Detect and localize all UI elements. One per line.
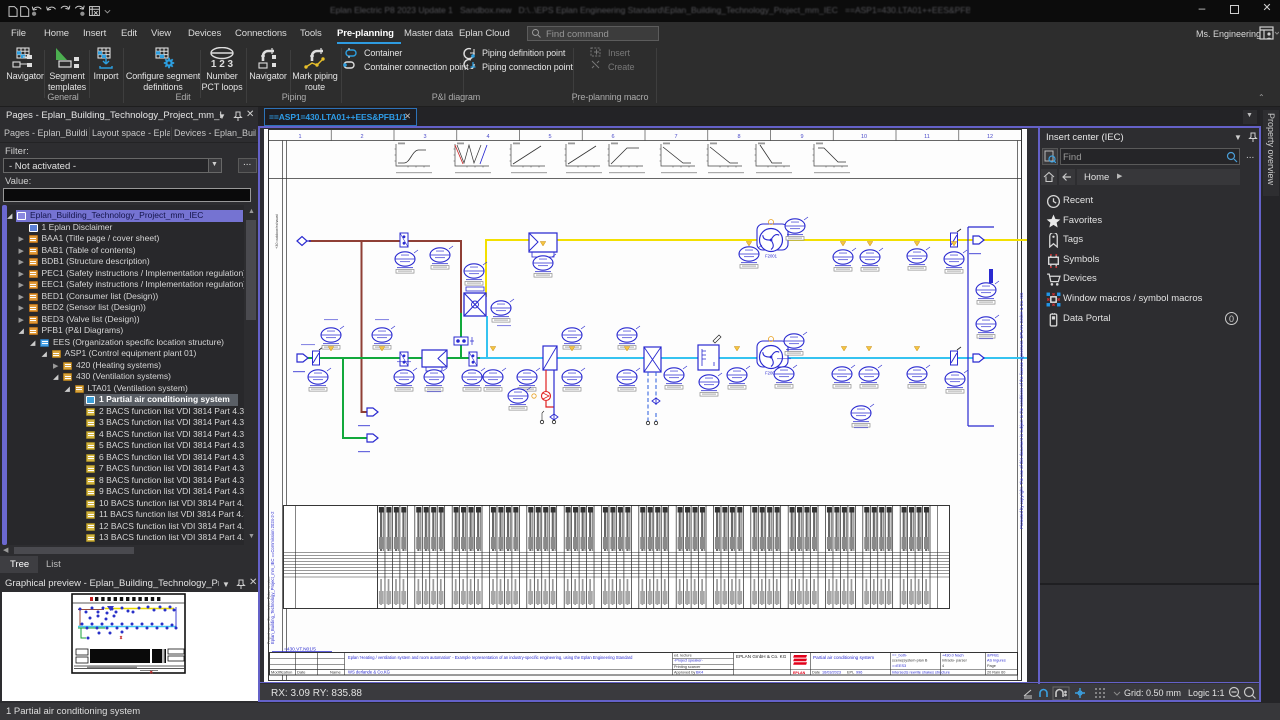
- svg-text:12: 12: [987, 134, 993, 140]
- svg-text:+430.0 Nach: +430.0 Nach: [942, 654, 964, 658]
- svg-text:Page: Page: [987, 664, 996, 668]
- svg-text:11: 11: [924, 134, 930, 140]
- svg-text:996: 996: [856, 671, 862, 675]
- svg-text:F2001: F2001: [765, 254, 778, 259]
- svg-text:&PFB1: &PFB1: [987, 654, 999, 658]
- svg-text:Intrado- parser: Intrado- parser: [942, 659, 968, 663]
- svg-text:Printing scarcer: Printing scarcer: [674, 665, 701, 669]
- svg-text:Approved by: Approved by: [674, 671, 695, 675]
- svg-text:Modification: Modification: [271, 670, 292, 675]
- svg-text:scene(system-plan B: scene(system-plan B: [892, 659, 928, 663]
- svg-text:1: 1: [298, 134, 301, 140]
- svg-text:2: 2: [360, 134, 363, 140]
- svg-text:EPLAN: EPLAN: [793, 671, 806, 675]
- svg-text:Project name: Commission:: Project name: Commission: Eplan version:: [267, 576, 271, 644]
- svg-text:BK4: BK4: [696, 671, 703, 675]
- svg-text:EPLAN GmbH & Co. KG: EPLAN GmbH & Co. KG: [736, 654, 787, 659]
- svg-text:+30 outdoor/exhaust: +30 outdoor/exhaust: [275, 213, 279, 249]
- svg-text:Name: Name: [330, 670, 341, 675]
- svg-text:16/03/2023: 16/03/2023: [822, 671, 841, 675]
- svg-text:4: 4: [486, 134, 489, 140]
- svg-text:EPL: EPL: [847, 671, 854, 675]
- svg-text:4: 4: [942, 664, 944, 668]
- svg-text:Date: Date: [297, 670, 306, 675]
- svg-text:==EES3: ==EES3: [892, 664, 906, 668]
- svg-text:ed. lecture: ed. lecture: [674, 654, 692, 658]
- svg-text:10: 10: [861, 134, 867, 140]
- svg-text:20 Rain 60: 20 Rain 60: [987, 671, 1005, 675]
- svg-text:3: 3: [423, 134, 426, 140]
- svg-text:7: 7: [674, 134, 677, 140]
- svg-text:9: 9: [800, 134, 803, 140]
- svg-text:5: 5: [548, 134, 551, 140]
- svg-text:8: 8: [737, 134, 740, 140]
- svg-text:WS derlande & Co.KG: WS derlande & Co.KG: [348, 670, 390, 675]
- svg-text:Intersects rewrite shakes stru: Intersects rewrite shakes structure: [892, 671, 950, 675]
- svg-text:Date: Date: [812, 671, 820, 675]
- svg-text:==_both-: ==_both-: [892, 654, 908, 658]
- svg-text:Partial air conditioning syste: Partial air conditioning system: [813, 655, 874, 660]
- svg-text:AS Ingures: AS Ingures: [987, 659, 1006, 663]
- svg-text:Protected by copyright. The us: Protected by copyright. The use of this …: [1019, 293, 1024, 529]
- svg-text:6: 6: [611, 134, 614, 140]
- svg-text:Eplan 'Heating / ventilation s: Eplan 'Heating / ventilation system and …: [348, 655, 633, 660]
- svg-text:-Project speaker-: -Project speaker-: [674, 659, 704, 663]
